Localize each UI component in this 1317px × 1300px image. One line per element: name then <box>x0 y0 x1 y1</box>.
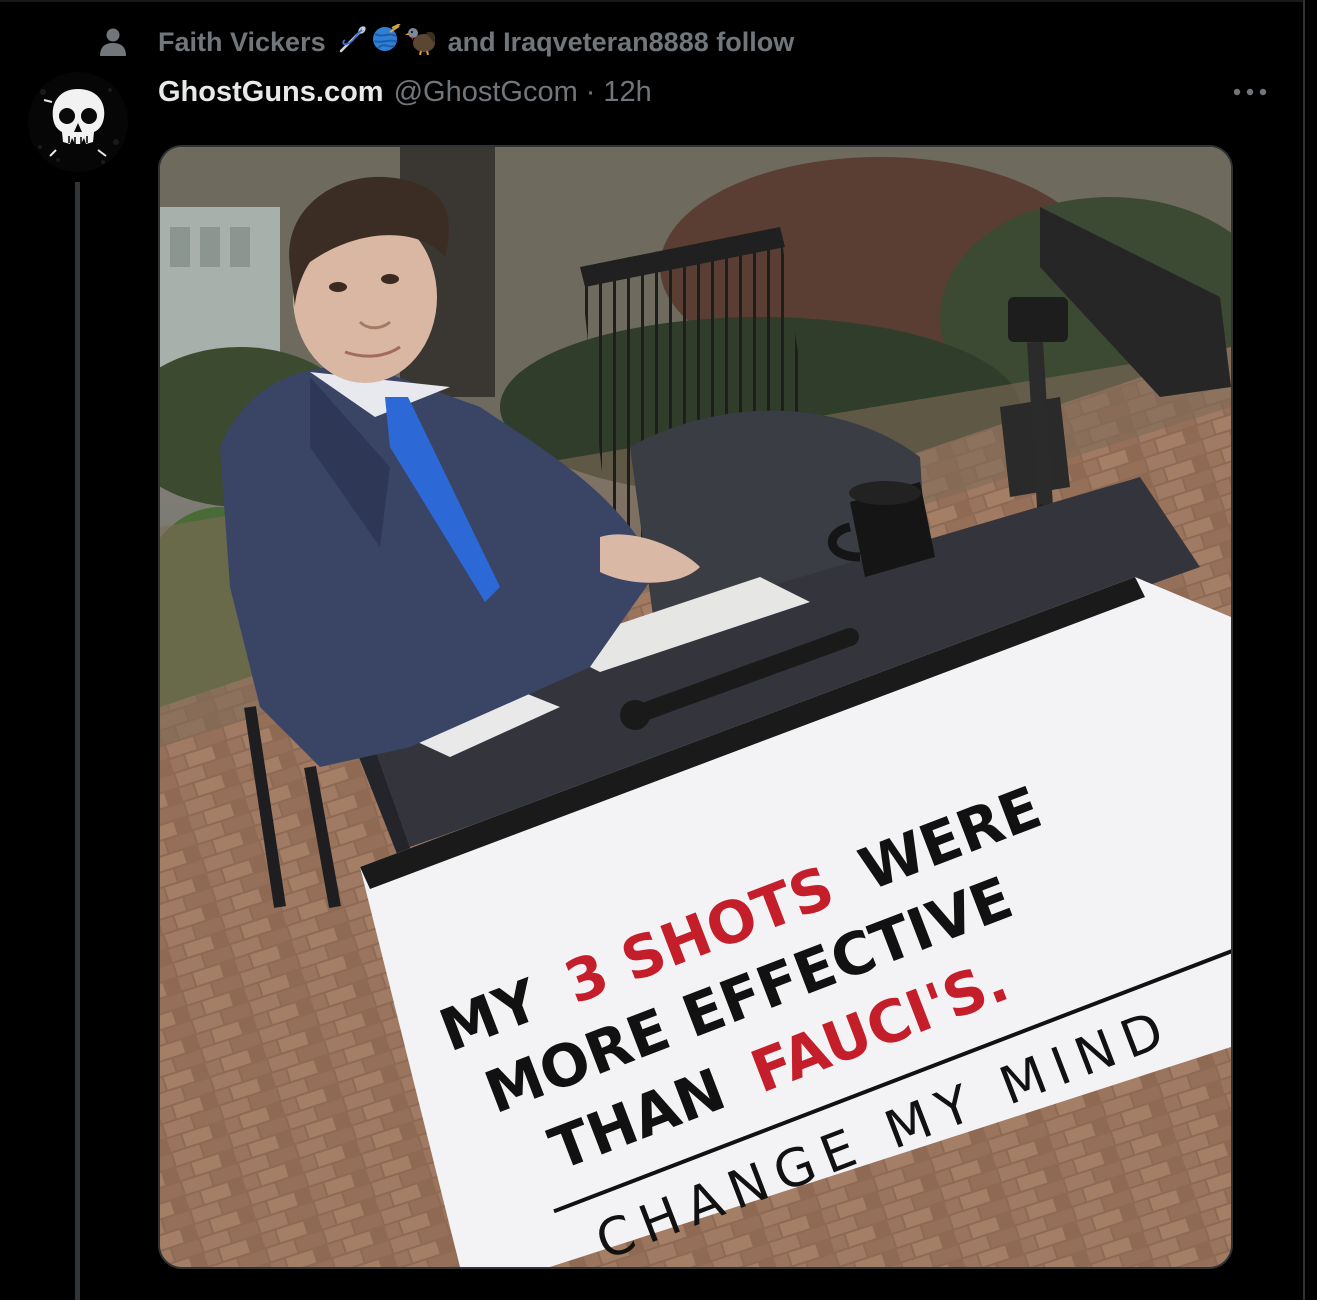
top-divider <box>0 0 1305 2</box>
column-border <box>1303 0 1305 1300</box>
person-icon <box>96 25 130 59</box>
tweet-timestamp[interactable]: 12h <box>603 76 651 109</box>
tweet-media-image[interactable]: MY 3 SHOTS WERE MORE EFFECTIVE THAN FAUC… <box>158 145 1233 1269</box>
skull-icon <box>28 72 128 172</box>
meme-photo: MY 3 SHOTS WERE MORE EFFECTIVE THAN FAUC… <box>160 147 1231 1267</box>
sewing-needle-icon <box>338 24 368 61</box>
more-horizontal-icon <box>1233 88 1267 96</box>
header-separator: · <box>585 75 596 108</box>
author-name[interactable]: GhostGuns.com <box>158 76 384 109</box>
author-handle[interactable]: @GhostGcom <box>394 76 578 109</box>
yarn-ball-icon <box>370 22 402 61</box>
context-user-link[interactable]: Faith Vickers <box>158 27 326 58</box>
tweet-header: GhostGuns.com @GhostGcom · 12h <box>158 70 652 114</box>
more-options-button[interactable] <box>1228 78 1272 106</box>
social-context: Faith Vickers and Iraqveteran8888 follow <box>96 22 794 62</box>
turkey-icon <box>404 23 438 62</box>
thread-connector <box>75 182 80 1300</box>
timeline-frame: Faith Vickers and Iraqveteran8888 follow… <box>0 0 1317 1300</box>
context-suffix: and Iraqveteran8888 follow <box>447 26 795 57</box>
context-emojis <box>338 22 438 62</box>
avatar[interactable] <box>28 72 128 172</box>
